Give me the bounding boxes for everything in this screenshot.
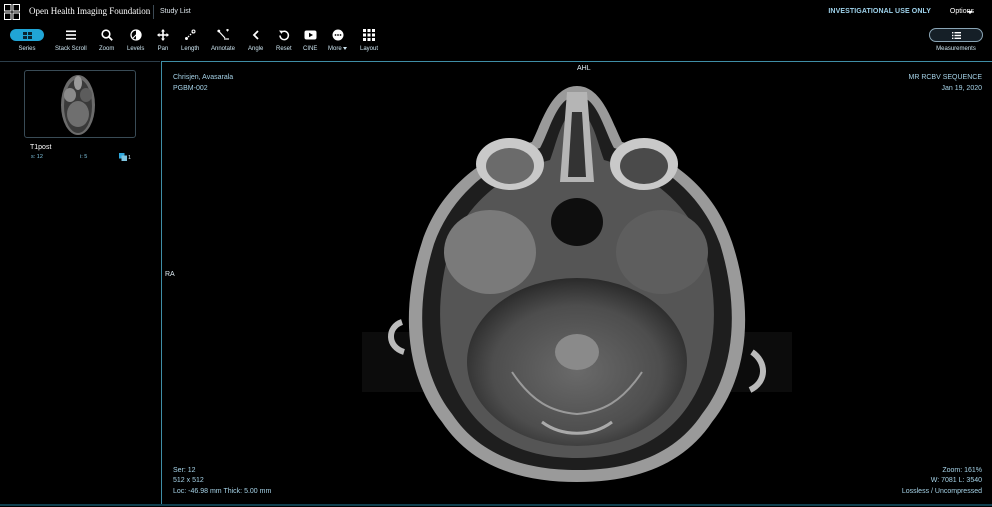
orientation-marker-top: AHL (577, 65, 591, 72)
stack-scroll-button[interactable]: Stack Scroll (55, 28, 87, 52)
stack-scroll-label: Stack Scroll (55, 46, 87, 52)
series-count: 1 (128, 155, 132, 161)
levels-label: Levels (127, 46, 145, 52)
stack-icon (119, 153, 127, 161)
thumbnail-image (61, 75, 95, 135)
study-list-link[interactable]: Study List (160, 8, 191, 15)
overlay-top-right: MR RCBV SEQUENCE Jan 19, 2020 (908, 73, 982, 94)
series-number: s: 12 (31, 154, 43, 160)
image-dimensions: 512 x 512 (173, 477, 204, 484)
cine-icon (304, 30, 317, 40)
cine-button[interactable]: CINE (303, 28, 317, 52)
series-description-overlay: MR RCBV SEQUENCE (908, 74, 982, 81)
series-number-overlay: Ser: 12 (173, 466, 196, 474)
series-button[interactable]: Series (10, 28, 44, 52)
slice-location: Loc: -46.98 mm Thick: 5.00 mm (173, 487, 272, 495)
overlay-bottom-left: Ser: 12 512 x 512 Loc: -46.98 mm Thick: … (173, 466, 271, 498)
zoom-value: Zoom: 161% (942, 466, 982, 474)
angle-label: Angle (248, 46, 264, 52)
series-label: Series (18, 46, 36, 52)
mri-image[interactable] (362, 72, 792, 502)
zoom-label: Zoom (99, 46, 115, 52)
levels-button[interactable]: Levels (127, 28, 144, 52)
patient-name: Chrisjen, Avasarala (173, 74, 234, 81)
orientation-marker-left: RA (165, 271, 175, 278)
image-viewport[interactable]: AHL RA Chrisjen, Avasarala PGBM-002 MR R… (161, 61, 992, 506)
window-level: W: 7081 L: 3540 (930, 477, 982, 484)
length-button[interactable]: Length (181, 28, 199, 52)
logo-icon[interactable] (4, 4, 20, 20)
zoom-icon (101, 29, 113, 41)
overlay-bottom-right: Zoom: 161% W: 7081 L: 3540 Lossless / Un… (902, 466, 982, 498)
series-panel: T1post s: 12 i: 5 1 (0, 61, 160, 507)
caret-down-icon[interactable] (967, 11, 973, 14)
annotate-button[interactable]: Annotate (211, 28, 235, 52)
layout-icon (363, 29, 375, 41)
toolbar: Series Stack Scroll Zoom Levels Pan Leng… (0, 24, 992, 60)
patient-id: PGBM-002 (173, 84, 208, 92)
header-divider (153, 5, 154, 19)
series-description: T1post (30, 144, 52, 151)
pan-button[interactable]: Pan (157, 28, 169, 52)
angle-icon (252, 30, 259, 40)
series-instances: i: 5 (80, 154, 88, 160)
measurements-icon (951, 31, 961, 39)
stack-scroll-icon (65, 30, 76, 40)
series-thumbnail[interactable] (24, 70, 136, 138)
measurements-label: Measurements (936, 46, 976, 52)
compression: Lossless / Uncompressed (901, 487, 982, 495)
top-bar: Open Health Imaging Foundation Study Lis… (0, 0, 992, 24)
annotate-icon (216, 29, 229, 40)
reset-button[interactable]: Reset (276, 28, 292, 52)
layout-button[interactable]: Layout (360, 28, 378, 52)
length-label: Length (181, 46, 200, 52)
more-caret-icon (343, 46, 348, 50)
more-label: More (328, 46, 348, 52)
more-button[interactable]: More (328, 28, 348, 52)
pan-label: Pan (157, 46, 169, 52)
length-icon (185, 29, 196, 40)
layout-label: Layout (360, 46, 379, 52)
reset-icon (278, 30, 289, 41)
overlay-top-left: Chrisjen, Avasarala PGBM-002 (173, 73, 233, 94)
study-date: Jan 19, 2020 (941, 84, 982, 92)
pan-icon (157, 29, 169, 41)
series-icon (22, 31, 32, 39)
cine-label: CINE (303, 46, 318, 52)
more-icon (332, 29, 344, 41)
measurements-button[interactable]: Measurements (929, 28, 983, 52)
levels-icon (130, 29, 142, 41)
reset-label: Reset (276, 46, 292, 52)
zoom-button[interactable]: Zoom (99, 28, 114, 52)
angle-button[interactable]: Angle (248, 28, 263, 52)
brand-title: Open Health Imaging Foundation (29, 6, 151, 16)
investigational-label: INVESTIGATIONAL USE ONLY (828, 8, 931, 15)
annotate-label: Annotate (211, 46, 236, 52)
